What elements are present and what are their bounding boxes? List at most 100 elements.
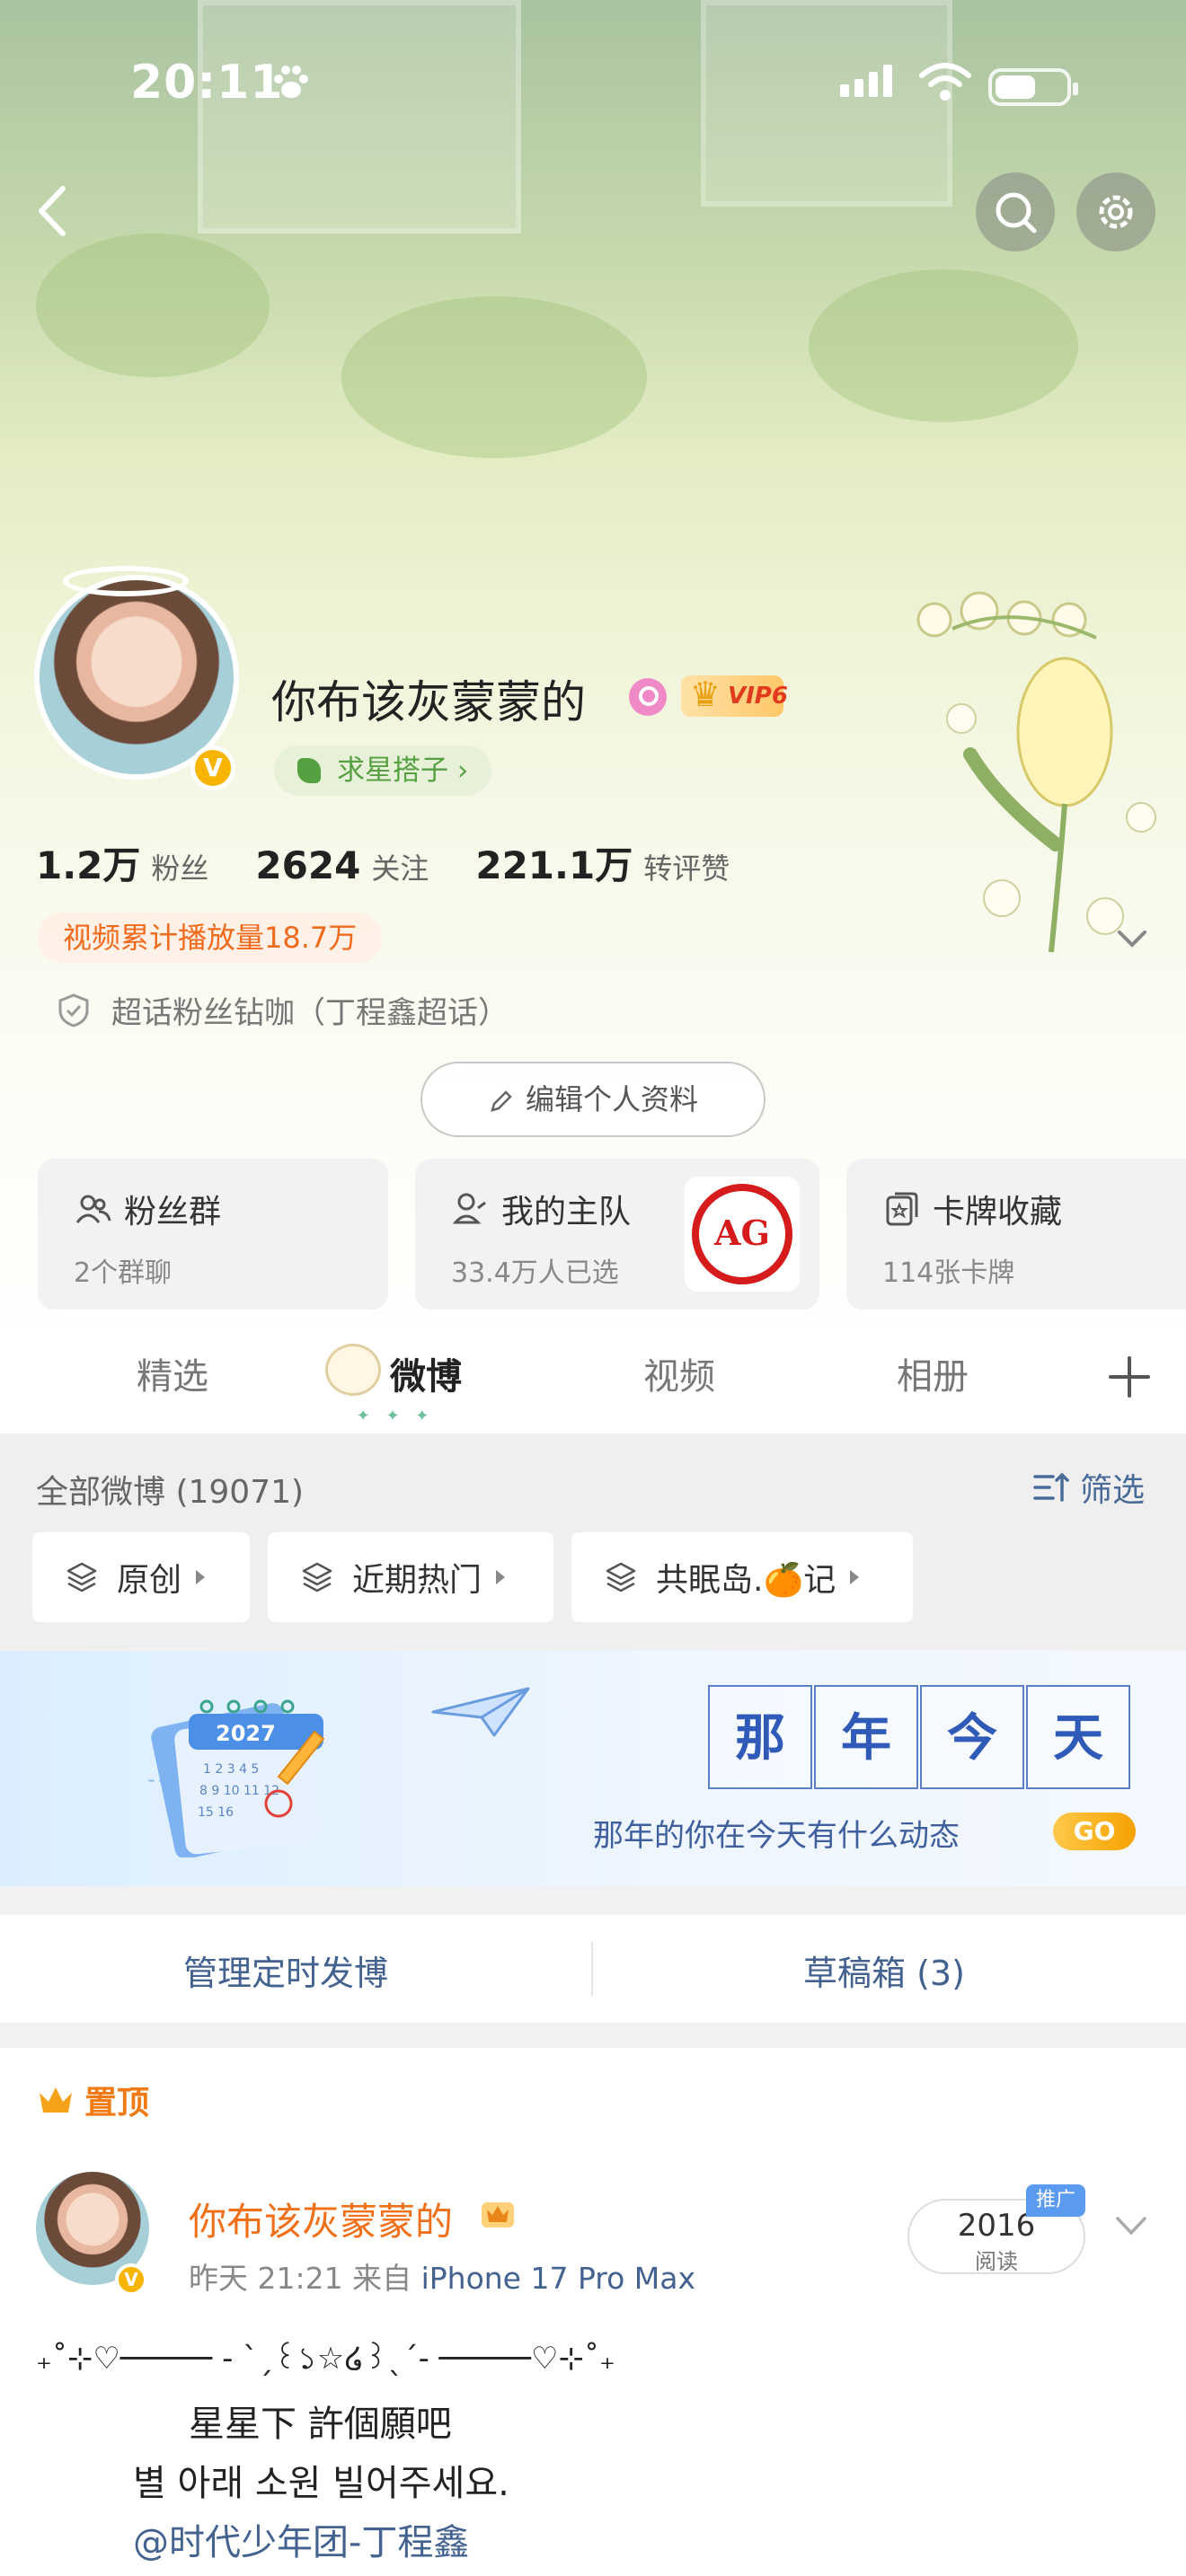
stat-label: 转评赞 (643, 851, 730, 886)
go-button[interactable]: GO (1053, 1813, 1136, 1850)
card-title: 卡牌收藏 (933, 1194, 1063, 1231)
chevron-down-icon[interactable] (1114, 925, 1150, 952)
group-icon (75, 1195, 111, 1223)
settings-button[interactable] (1076, 172, 1155, 251)
pencil-icon (491, 1090, 512, 1112)
add-tab-icon[interactable] (1105, 1353, 1154, 1401)
star-partner-tag[interactable]: 求星搭子 › (274, 745, 492, 796)
post-filter-area: 全部微博 (19071) 筛选 原创 近期热门 共眠岛.🍊记 (0, 1434, 1186, 1649)
cover-foliage (341, 296, 647, 458)
active-tab-indicator: ✦ ✦ ✦ (356, 1407, 435, 1425)
card-subtitle: 114张卡牌 (882, 1257, 1015, 1289)
post-mention-link[interactable]: @时代少年团-丁程鑫 (133, 2513, 469, 2565)
chip-label: 近期热门 (352, 1562, 482, 1599)
chip-label: 原创 (117, 1562, 182, 1599)
divider (591, 1942, 593, 1996)
post-count-label: 全部微博 (19071) (36, 1474, 305, 1511)
calendar-illustration: 2027 1 2 3 4 5 8 9 10 11 12 15 16 (144, 1699, 325, 1857)
post-device: iPhone 17 Pro Max (420, 2261, 696, 2296)
filter-chip-original[interactable]: 原创 (32, 1532, 250, 1622)
pinned-text: 置顶 (84, 2085, 150, 2122)
card-collection-icon (886, 1192, 918, 1226)
profile-stats: 1.2万 粉丝 2624 关注 221.1万 转评赞 (36, 835, 776, 890)
team-logo: AG (685, 1177, 800, 1292)
status-time: 20:11 (130, 56, 284, 110)
title-char: 那 (708, 1685, 812, 1789)
super-topic-text: 超话粉丝钻咖（丁程鑫超话） (111, 995, 509, 1031)
stat-label: 粉丝 (151, 851, 209, 886)
svg-text:1 2 3 4 5: 1 2 3 4 5 (203, 1762, 259, 1777)
vip-badge[interactable]: VIP6 (681, 674, 788, 717)
flower-decoration (916, 591, 1156, 953)
stat-value: 2624 (255, 843, 361, 887)
stat-followers[interactable]: 1.2万 粉丝 (36, 835, 208, 890)
wifi-icon (919, 63, 971, 101)
layers-icon (606, 1562, 636, 1592)
stat-value: 221.1万 (475, 843, 633, 887)
verified-badge-icon: V (190, 745, 235, 790)
scheduled-posts-button[interactable]: 管理定时发博 (183, 1945, 388, 1995)
cover-foliage (809, 269, 1078, 422)
filter-button[interactable]: 筛选 (1031, 1464, 1145, 1511)
calendar-year: 2027 (216, 1721, 276, 1746)
card-collection-card[interactable]: 卡牌收藏 114张卡牌 (846, 1159, 1186, 1310)
gear-icon (1099, 195, 1133, 229)
on-this-day-subtitle: 那年的你在今天有什么动态 (593, 1818, 960, 1854)
post-author-name[interactable]: 你布该灰蒙蒙的 (189, 2192, 453, 2246)
title-char: 天 (1026, 1685, 1130, 1789)
layers-icon (66, 1562, 97, 1592)
drafts-button[interactable]: 草稿箱 (3) (803, 1945, 965, 1995)
cellular-signal-icon (840, 65, 892, 97)
video-plays-badge[interactable]: 视频累计播放量18.7万 (38, 913, 383, 963)
profile-nickname: 你布该灰蒙蒙的 (271, 676, 586, 728)
on-this-day-banner[interactable]: 2027 1 2 3 4 5 8 9 10 11 12 15 16 那 年 今 … (0, 1651, 1186, 1886)
tab-videos[interactable]: 视频 (643, 1347, 715, 1399)
stat-likes[interactable]: 221.1万 转评赞 (475, 835, 730, 890)
search-button[interactable] (976, 172, 1055, 251)
stat-following[interactable]: 2624 关注 (255, 843, 429, 887)
fan-group-card[interactable]: 粉丝群 2个群聊 (38, 1159, 388, 1310)
promote-badge[interactable]: 推广 (1026, 2184, 1085, 2217)
stat-value: 1.2万 (36, 843, 141, 887)
pinned-post[interactable]: 置顶 V 你布该灰蒙蒙的 昨天 21:21 来自 iPhone 17 Pro M… (0, 2048, 1186, 2576)
title-char: 今 (920, 1685, 1024, 1789)
card-subtitle: 2个群聊 (74, 1257, 173, 1289)
paper-plane-icon (431, 1687, 530, 1737)
post-text-line: 별 아래 소원 빌어주세요. (133, 2463, 509, 2504)
shield-icon (58, 992, 89, 1028)
card-title: 我的主队 (501, 1194, 632, 1231)
team-logo-text: AG (714, 1213, 770, 1253)
filter-icon (1033, 1472, 1069, 1502)
search-icon (996, 192, 1037, 234)
chip-label: 共眠岛.🍊记 (656, 1562, 836, 1599)
super-topic-row[interactable]: 超话粉丝钻咖（丁程鑫超话） (56, 988, 509, 1032)
post-meta: 昨天 21:21 来自 iPhone 17 Pro Max (189, 2254, 695, 2298)
tab-albums[interactable]: 相册 (897, 1347, 969, 1399)
post-text-line: ₊˚⊹♡───── - ˋˏ꒰১☆໒꒱ˎˊ- ─────♡⊹˚₊ (36, 2341, 615, 2377)
back-arrow-icon[interactable] (27, 180, 81, 243)
team-icon (452, 1193, 486, 1224)
status-bar: 20:11 (0, 0, 1186, 171)
tab-weibo[interactable]: 微博 (390, 1347, 462, 1399)
on-this-day-title: 那 年 今 天 (708, 1685, 1132, 1789)
read-label: 阅读 (975, 2249, 1018, 2274)
layers-icon (302, 1562, 332, 1592)
manage-bar: 管理定时发博 草稿箱 (3) (0, 1915, 1186, 2023)
weibo-mascot-icon (325, 1344, 381, 1396)
super-topic-badge-icon[interactable] (629, 678, 667, 716)
crown-icon (40, 2087, 72, 2113)
filter-chip-hot[interactable]: 近期热门 (268, 1532, 553, 1622)
edit-profile-button[interactable]: 编辑个人资料 (420, 1062, 766, 1137)
paw-icon (274, 66, 308, 98)
main-team-card[interactable]: 我的主队 33.4万人已选 AG (415, 1159, 819, 1310)
tab-featured[interactable]: 精选 (137, 1347, 208, 1399)
member-crown-icon (482, 2202, 514, 2228)
cover-foliage (36, 234, 270, 377)
edit-profile-label: 编辑个人资料 (525, 1082, 698, 1116)
chevron-down-icon[interactable] (1114, 2215, 1148, 2238)
title-char: 年 (814, 1685, 918, 1789)
post-text-line: 星星下 許個願吧 (189, 2404, 452, 2445)
filter-chip-island[interactable]: 共眠岛.🍊记 (571, 1532, 913, 1622)
post-time: 昨天 21:21 (189, 2261, 343, 2296)
verified-badge-icon: V (115, 2263, 147, 2296)
